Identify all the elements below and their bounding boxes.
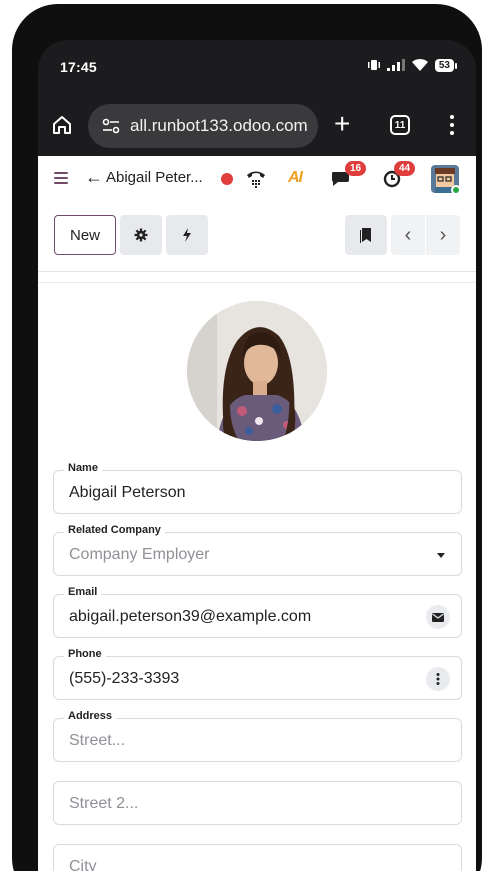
- street2-placeholder[interactable]: Street 2...: [69, 795, 138, 813]
- gear-icon: [134, 228, 148, 242]
- envelope-icon[interactable]: [426, 605, 450, 629]
- phone-screen: 17:45 53 all.runbot133.odoo.com + 11 ← A…: [38, 40, 476, 871]
- battery-indicator: 53: [434, 58, 458, 72]
- activities-badge: 44: [394, 161, 416, 176]
- new-tab-icon[interactable]: +: [334, 108, 350, 140]
- browser-menu-icon[interactable]: [442, 112, 462, 138]
- chevron-left-icon[interactable]: ‹: [391, 215, 425, 255]
- breadcrumb[interactable]: Abigail Peter...: [106, 169, 203, 186]
- bookmark-button[interactable]: [345, 215, 387, 255]
- messages-badge: 16: [345, 161, 367, 176]
- address-bar[interactable]: all.runbot133.odoo.com: [88, 104, 318, 148]
- bookmark-icon: [360, 228, 371, 243]
- street2-field[interactable]: Street 2...: [53, 781, 462, 825]
- email-field[interactable]: Email abigail.peterson39@example.com: [53, 586, 462, 638]
- email-label: Email: [64, 586, 102, 598]
- bolt-icon: [183, 228, 191, 242]
- related-company-field[interactable]: Related Company Company Employer: [53, 524, 462, 576]
- app-content: ← Abigail Peter... AI 16 44 New ‹ › Name…: [38, 156, 476, 871]
- status-bar: 17:45 53: [38, 40, 476, 96]
- control-panel: New ‹ ›: [38, 202, 476, 272]
- city-placeholder[interactable]: City: [69, 858, 97, 871]
- hamburger-icon[interactable]: [54, 172, 68, 184]
- top-navbar: ← Abigail Peter... AI 16 44: [38, 156, 476, 202]
- automation-button[interactable]: [166, 215, 208, 255]
- name-field[interactable]: Name Abigail Peterson: [53, 462, 462, 514]
- wifi-icon: [411, 58, 428, 71]
- status-time: 17:45: [60, 59, 97, 75]
- browser-toolbar: all.runbot133.odoo.com + 11: [38, 98, 476, 156]
- status-icons: 53: [367, 58, 458, 72]
- street-placeholder[interactable]: Street...: [69, 732, 125, 750]
- street-field[interactable]: Address Street...: [53, 710, 462, 762]
- caret-down-icon[interactable]: [437, 553, 445, 558]
- chevron-right-icon[interactable]: ›: [426, 215, 460, 255]
- ai-icon[interactable]: AI: [288, 169, 303, 187]
- phone-value[interactable]: (555)-233-3393: [69, 670, 179, 688]
- address-label: Address: [64, 710, 117, 722]
- url-text: all.runbot133.odoo.com: [130, 116, 308, 135]
- phone-field[interactable]: Phone (555)-233-3393: [53, 648, 462, 700]
- site-settings-icon[interactable]: [102, 118, 120, 134]
- actions-button[interactable]: [120, 215, 162, 255]
- related-company-label: Related Company: [64, 524, 165, 536]
- contact-photo[interactable]: [187, 301, 327, 441]
- online-status-dot: [451, 185, 461, 195]
- home-icon[interactable]: [50, 113, 74, 137]
- new-button[interactable]: New: [54, 215, 116, 255]
- signal-icon: [386, 59, 405, 71]
- name-value[interactable]: Abigail Peterson: [69, 484, 186, 502]
- name-label: Name: [64, 462, 102, 474]
- phone-label: Phone: [64, 648, 106, 660]
- city-field[interactable]: City: [53, 844, 462, 871]
- form-sheet: Name Abigail Peterson Related Company Co…: [38, 282, 476, 871]
- email-value[interactable]: abigail.peterson39@example.com: [69, 608, 311, 626]
- tabs-icon[interactable]: 11: [390, 115, 410, 135]
- related-company-placeholder[interactable]: Company Employer: [69, 546, 210, 564]
- voip-phone-icon[interactable]: [245, 167, 267, 189]
- kebab-icon[interactable]: [426, 667, 450, 691]
- record-status-icon[interactable]: [221, 173, 233, 185]
- vibrate-icon: [367, 60, 380, 70]
- back-arrow-icon[interactable]: ←: [85, 167, 103, 188]
